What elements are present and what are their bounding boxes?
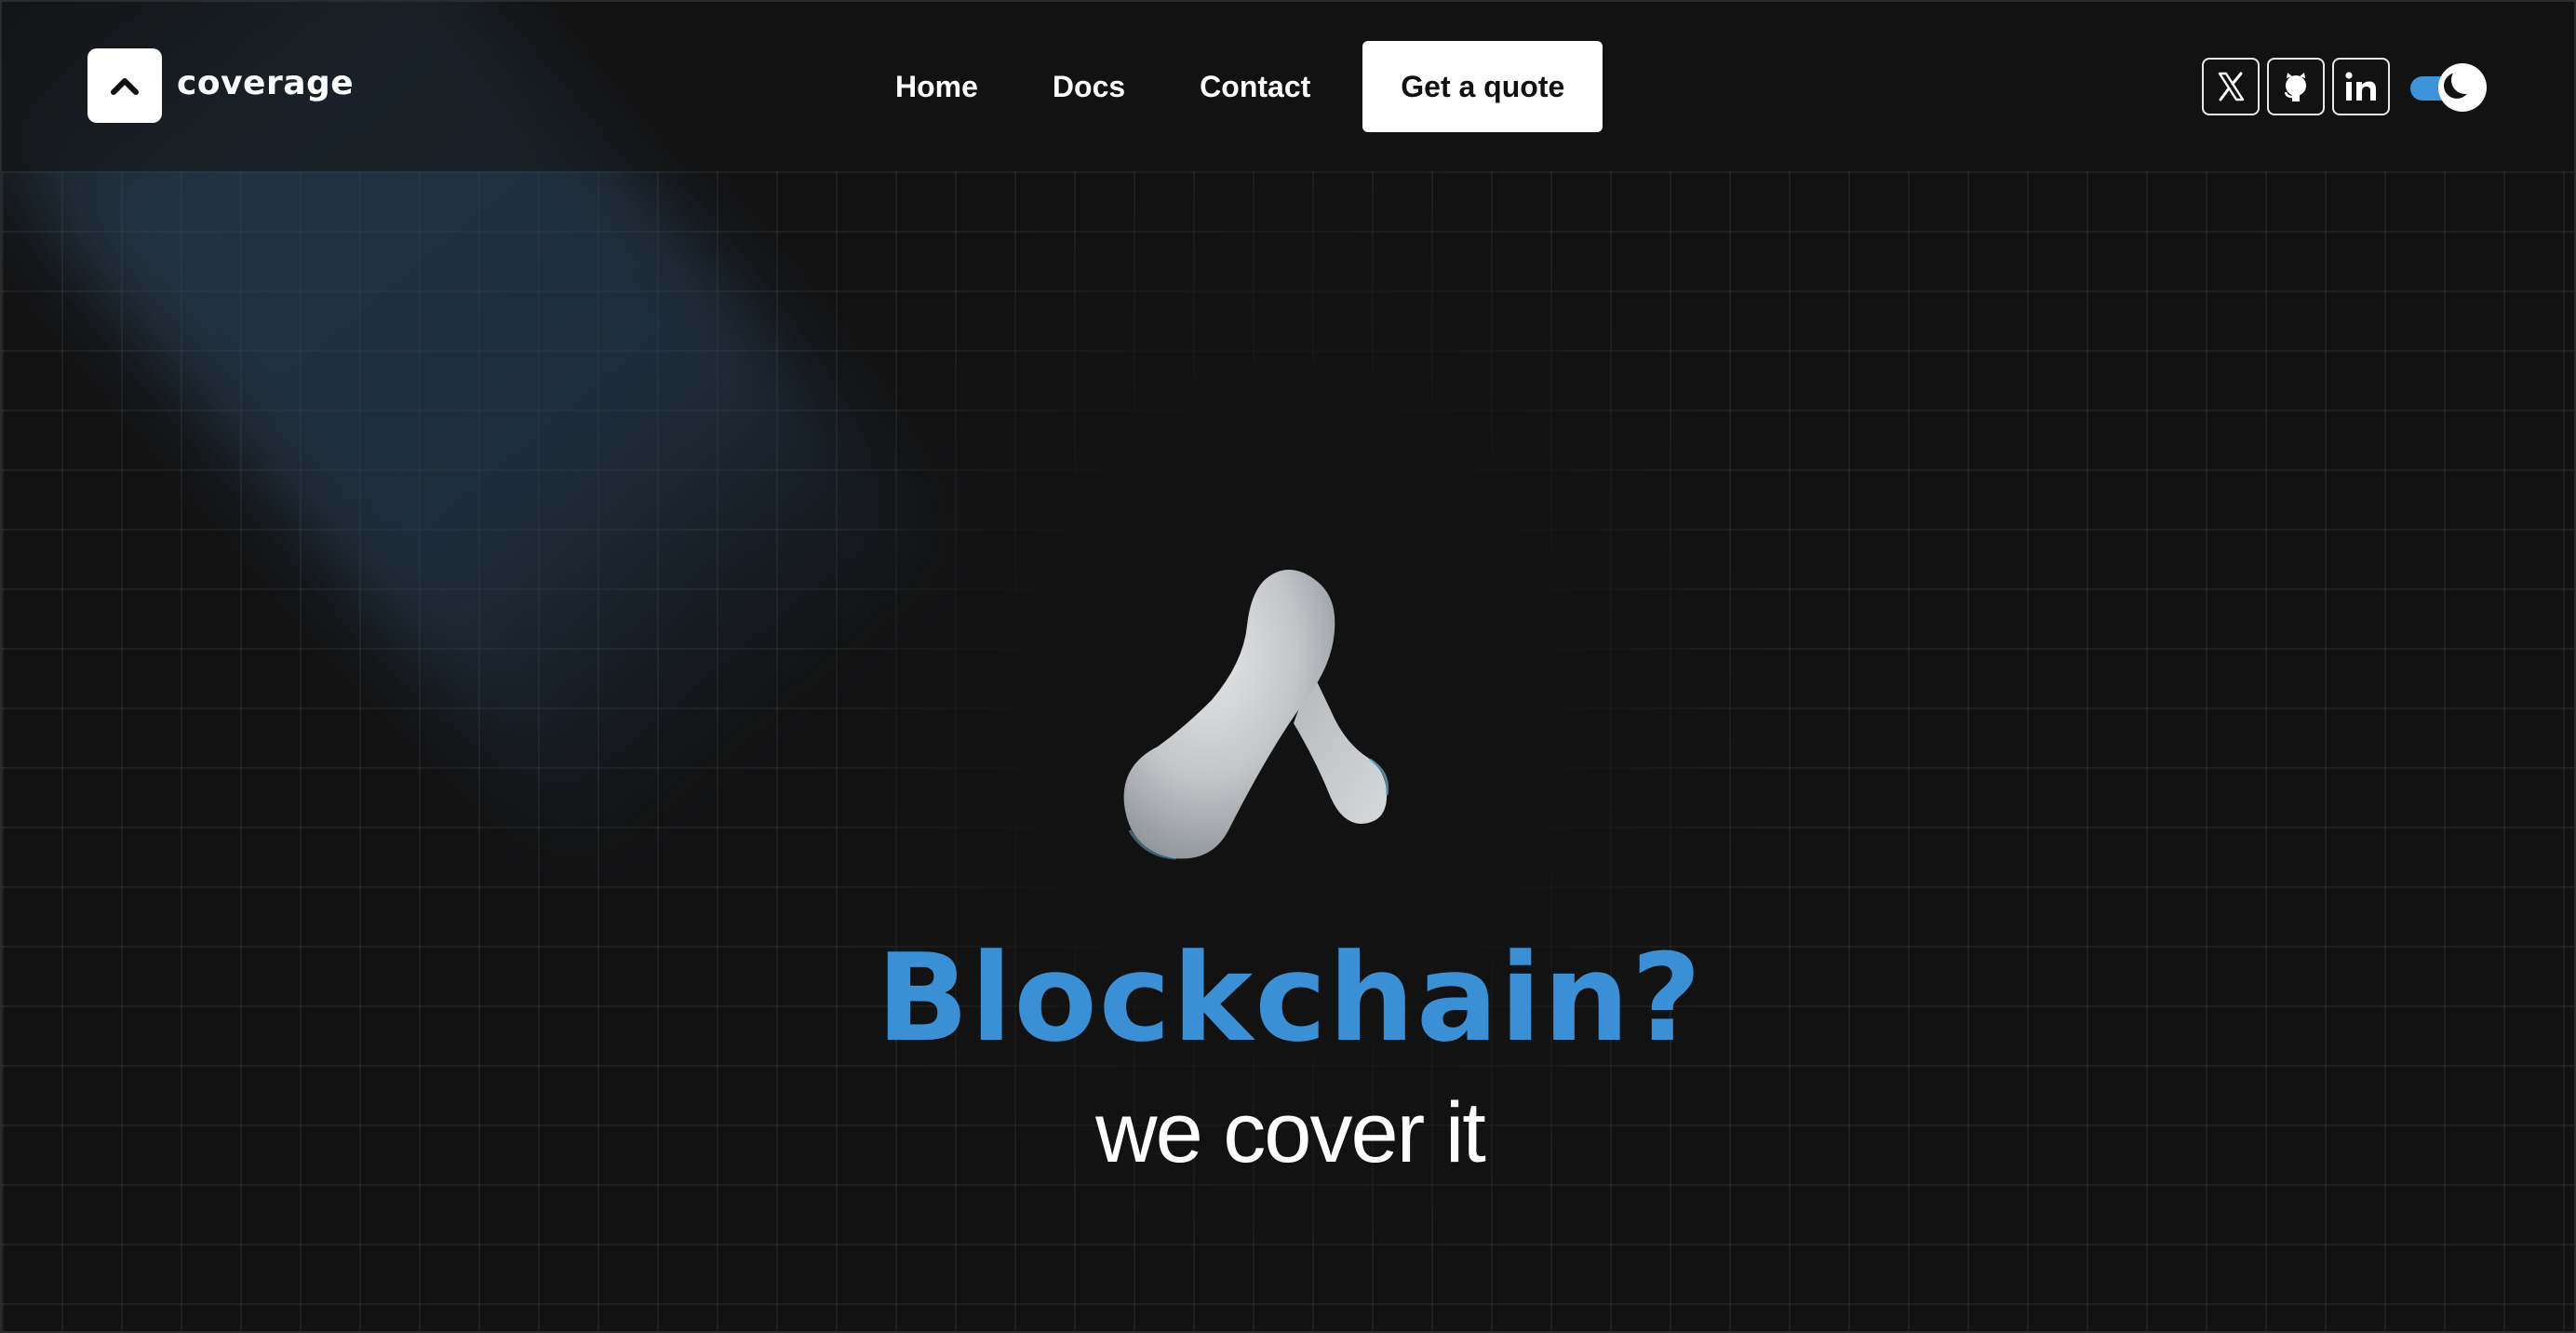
github-icon[interactable] (2267, 58, 2325, 115)
hero-subtitle: we cover it (1095, 1085, 1486, 1180)
x-twitter-icon[interactable] (2202, 58, 2260, 115)
caret-up-icon (87, 48, 162, 123)
brand-name: coverage (177, 63, 355, 102)
linkedin-icon[interactable] (2332, 58, 2390, 115)
nav-home-link[interactable]: Home (895, 70, 978, 104)
nav-contact-link[interactable]: Contact (1200, 70, 1310, 104)
brand-logo-link[interactable]: coverage (87, 48, 354, 123)
hero-3d-logo (1123, 570, 1389, 860)
moon-icon (2438, 63, 2487, 112)
hero-title: Blockchain? (876, 927, 1704, 1069)
theme-toggle[interactable] (2410, 63, 2487, 112)
page: coverage Home Docs Contact Get a quote B… (0, 0, 2576, 1333)
nav-docs-link[interactable]: Docs (1053, 70, 1125, 104)
navbar: coverage Home Docs Contact Get a quote (2, 2, 2574, 171)
main-menu: Home Docs Contact Get a quote (895, 41, 1603, 132)
social-links (2202, 58, 2390, 115)
get-a-quote-button[interactable]: Get a quote (1362, 41, 1603, 132)
